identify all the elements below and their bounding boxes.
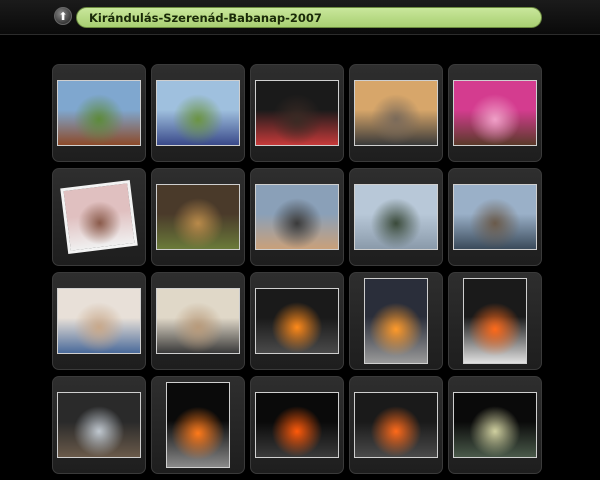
photo-indoor-table	[57, 288, 141, 354]
thumbnail-tile[interactable]	[151, 168, 245, 266]
photo-bonfire-3	[463, 278, 527, 364]
photo-embers-1	[255, 392, 339, 458]
album-header-bar: ⬆ Kirándulás-Szerenád-Babanap-2007	[0, 0, 600, 35]
photo-kids-on-lawn	[156, 80, 240, 146]
photo-church-group	[453, 184, 537, 250]
photo-playground-slide	[57, 80, 141, 146]
photo-girls-on-sofa	[354, 80, 438, 146]
thumbnail-tile[interactable]	[448, 376, 542, 474]
thumbnail-tile[interactable]	[52, 64, 146, 162]
thumbnail-tile[interactable]	[52, 376, 146, 474]
thumbnail-tile[interactable]	[448, 64, 542, 162]
photo-embers-2	[354, 392, 438, 458]
up-arrow-icon: ⬆	[58, 9, 68, 23]
photo-night-friends	[255, 80, 339, 146]
thumbnail-tile[interactable]	[250, 64, 344, 162]
photo-night-group	[57, 392, 141, 458]
photo-group-street	[354, 184, 438, 250]
up-button[interactable]: ⬆	[54, 7, 72, 25]
thumbnail-tile[interactable]	[52, 168, 146, 266]
photo-bonfire-2	[364, 278, 428, 364]
photo-two-girls-closeup	[255, 184, 339, 250]
thumbnail-tile[interactable]	[151, 64, 245, 162]
thumbnail-grid	[52, 64, 542, 474]
album-title: Kirándulás-Szerenád-Babanap-2007	[76, 7, 542, 28]
thumbnail-tile[interactable]	[151, 376, 245, 474]
thumbnail-tile[interactable]	[250, 272, 344, 370]
thumbnail-tile[interactable]	[349, 64, 443, 162]
thumbnail-tile[interactable]	[250, 376, 344, 474]
thumbnail-tile[interactable]	[250, 168, 344, 266]
thumbnail-tile[interactable]	[448, 168, 542, 266]
thumbnail-tile[interactable]	[151, 272, 245, 370]
thumbnail-tile[interactable]	[52, 272, 146, 370]
photo-bonfire-1	[255, 288, 339, 354]
thumbnail-tile[interactable]	[448, 272, 542, 370]
thumbnail-tile[interactable]	[349, 272, 443, 370]
photo-tilted-portrait	[60, 179, 138, 255]
photo-heart-frame	[453, 80, 537, 146]
thumbnail-tile[interactable]	[349, 376, 443, 474]
photo-night-kids	[453, 392, 537, 458]
photo-dark-fire	[166, 382, 230, 468]
photo-blonde-girl	[156, 184, 240, 250]
thumbnail-tile[interactable]	[349, 168, 443, 266]
photo-boys-sitting	[156, 288, 240, 354]
